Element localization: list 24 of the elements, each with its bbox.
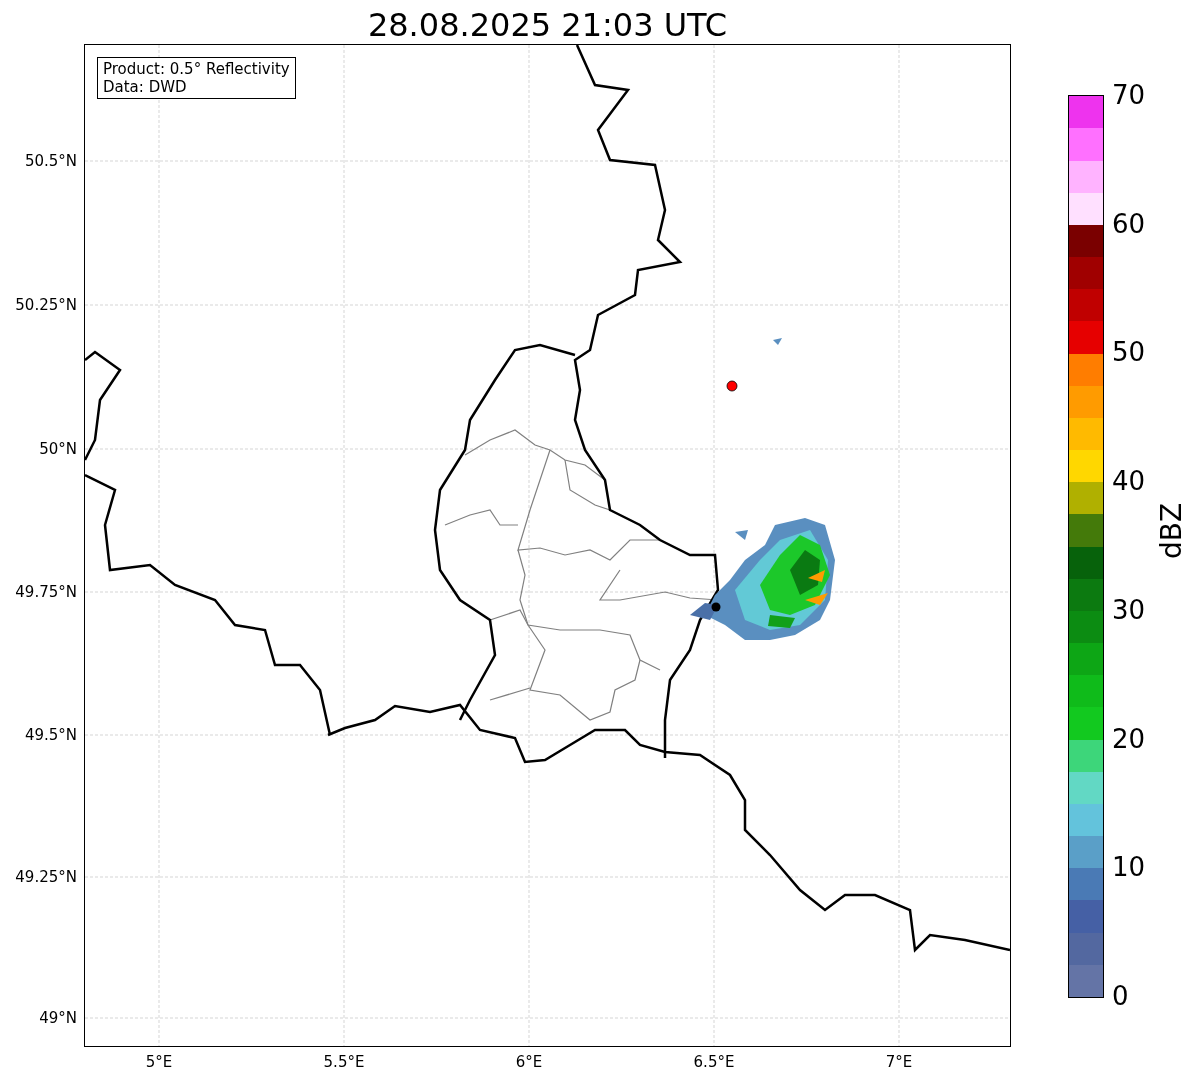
colorbar-tick-label: 70 — [1112, 80, 1146, 110]
longitude-label: 6.5°E — [693, 1053, 735, 1071]
latitude-label: 50°N — [39, 440, 77, 458]
colorbar-tick-label: 10 — [1112, 852, 1146, 883]
colorbar-label: dBZ — [1156, 502, 1189, 560]
colorbar-tick-label: 60 — [1112, 208, 1146, 239]
legend-text: Product: 0.5° Reflectivity — [103, 60, 290, 78]
longitude-label: 7°E — [885, 1053, 913, 1071]
colorbar-tick-label: 20 — [1112, 723, 1146, 754]
colorbar-tick-label: 0 — [1112, 981, 1129, 1011]
colorbar-tick-label: 30 — [1112, 594, 1146, 625]
longitude-label: 6°E — [515, 1053, 543, 1071]
chart-title: 28.08.2025 21:03 UTC — [367, 5, 728, 45]
latitude-label: 49.5°N — [24, 726, 77, 744]
longitude-label: 5.5°E — [323, 1053, 365, 1071]
legend-text: Data: DWD — [103, 78, 188, 96]
latitude-label: 49.75°N — [15, 583, 77, 601]
longitude-label: 5°E — [145, 1053, 173, 1071]
colorbar-tick-label: 40 — [1112, 466, 1146, 497]
latitude-label: 49°N — [39, 1009, 77, 1027]
latitude-label: 49.25°N — [15, 868, 77, 886]
colorbar-tick-label: 50 — [1112, 337, 1146, 368]
latitude-label: 50.5°N — [24, 152, 77, 170]
latitude-label: 50.25°N — [15, 296, 77, 314]
